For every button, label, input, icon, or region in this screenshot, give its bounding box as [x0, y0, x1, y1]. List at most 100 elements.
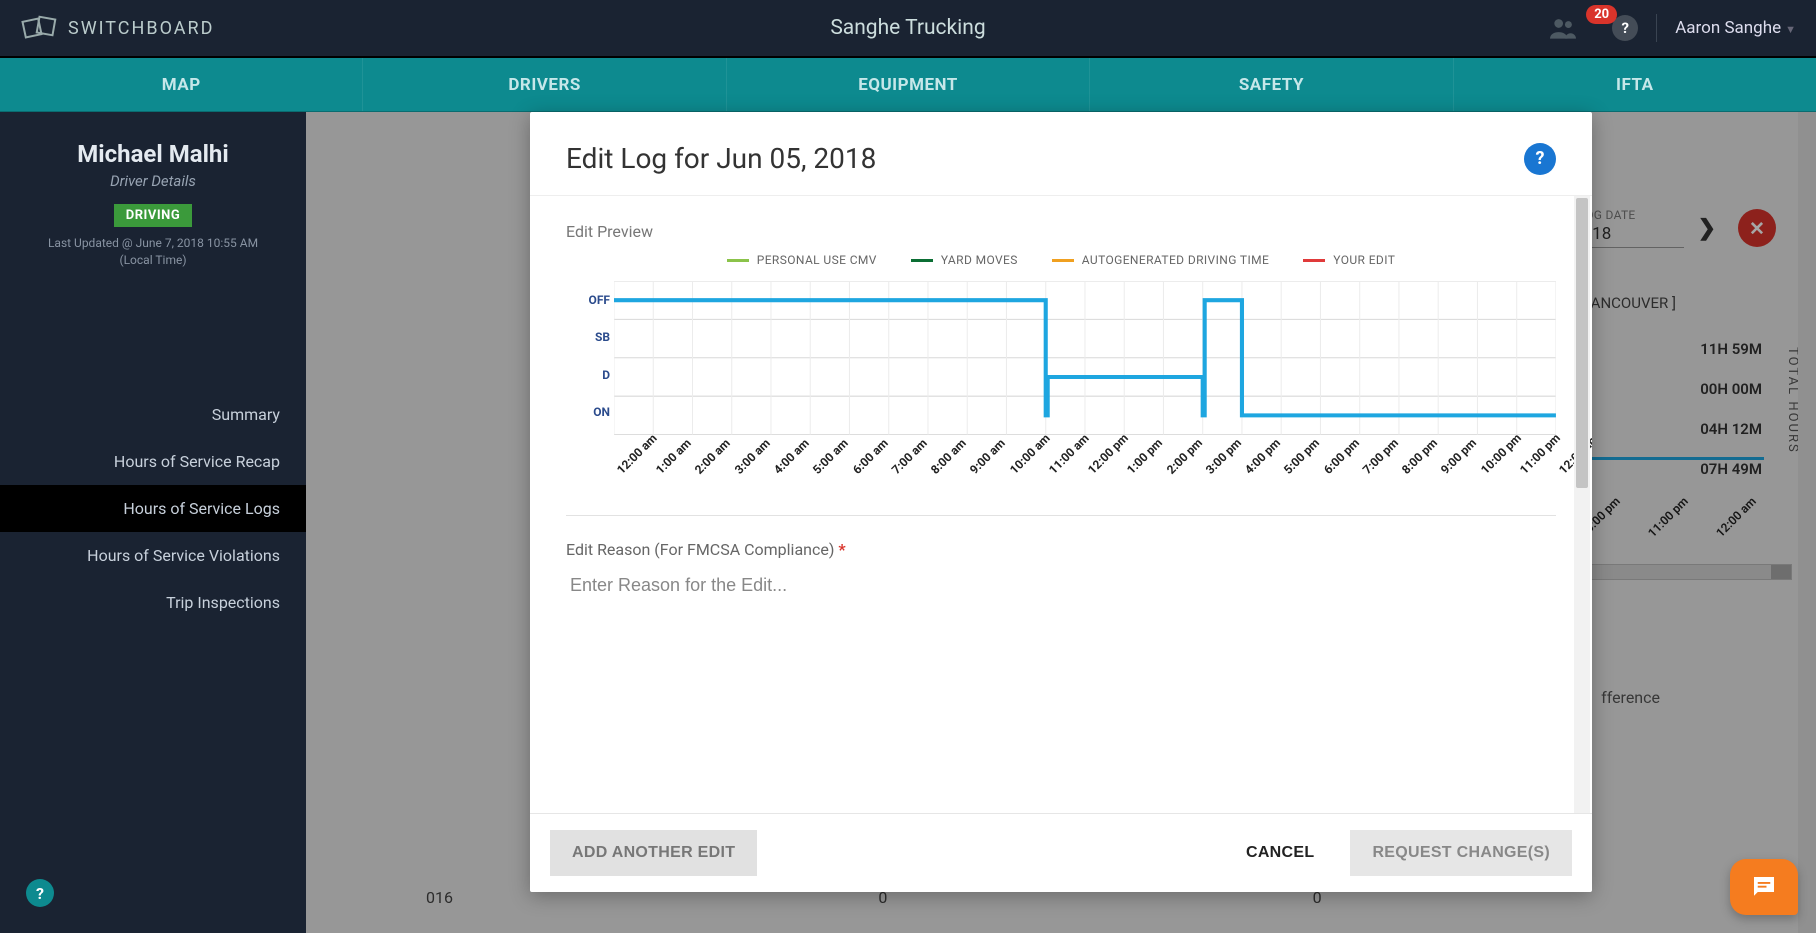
legend-label: PERSONAL USE CMV: [757, 253, 877, 267]
x-tick: 2:00 am: [692, 436, 733, 477]
chart-legend: PERSONAL USE CMV YARD MOVES AUTOGENERATE…: [566, 253, 1556, 267]
required-indicator: *: [838, 540, 845, 559]
x-tick: 6:00 am: [850, 436, 891, 477]
chart-x-axis: 12:00 am1:00 am2:00 am3:00 am4:00 am5:00…: [614, 435, 1556, 481]
reason-input[interactable]: [566, 559, 1556, 604]
user-name-label: Aaron Sanghe: [1675, 18, 1781, 38]
company-name: Sanghe Trucking: [830, 16, 985, 40]
x-tick: 5:00 pm: [1281, 436, 1322, 477]
sidebar-menu: Summary Hours of Service Recap Hours of …: [0, 391, 306, 626]
users-icon[interactable]: [1550, 17, 1576, 39]
help-icon[interactable]: ?: [1612, 15, 1638, 41]
y-label-d: D: [566, 368, 610, 382]
chart-y-axis: OFF SB D ON: [566, 281, 610, 431]
x-tick: 6:00 pm: [1321, 436, 1362, 477]
notification-badge: 20: [1586, 5, 1617, 24]
legend-your-edit: YOUR EDIT: [1303, 253, 1395, 267]
logo-icon: [20, 12, 60, 44]
section-divider: [566, 515, 1556, 516]
last-updated-line1: Last Updated @ June 7, 2018 10:55 AM: [12, 235, 294, 252]
x-tick: 11:00 am: [1046, 431, 1092, 477]
x-tick: 3:00 am: [732, 436, 773, 477]
legend-swatch: [1052, 259, 1074, 262]
x-tick: 8:00 pm: [1399, 436, 1440, 477]
modal-body: Edit Preview PERSONAL USE CMV YARD MOVES…: [530, 196, 1592, 813]
legend-yard-moves: YARD MOVES: [911, 253, 1018, 267]
content-area: ❮ DRIVER'S LOG DATE Jun 5, 2018 ❯ ✕ /ANC…: [306, 112, 1816, 933]
nav-safety[interactable]: SAFETY: [1090, 58, 1453, 111]
divider: [1656, 14, 1657, 42]
x-tick: 12:00 am: [614, 431, 660, 477]
top-nav: MAP DRIVERS EQUIPMENT SAFETY IFTA: [0, 58, 1816, 112]
cancel-button[interactable]: CANCEL: [1224, 830, 1336, 876]
modal-header: Edit Log for Jun 05, 2018 ?: [530, 112, 1592, 196]
y-label-on: ON: [566, 405, 610, 419]
driver-summary: Michael Malhi Driver Details DRIVING Las…: [0, 112, 306, 281]
chat-fab[interactable]: [1730, 859, 1798, 915]
edit-log-modal: Edit Log for Jun 05, 2018 ? Edit Preview…: [530, 112, 1592, 892]
brand-logo[interactable]: SWITCHBOARD: [20, 12, 214, 44]
reason-label-row: Edit Reason (For FMCSA Compliance) *: [566, 540, 1556, 559]
chart: OFF SB D ON 12:00 am1:00 am2:00 am3:00 a…: [566, 281, 1556, 471]
nav-equipment[interactable]: EQUIPMENT: [727, 58, 1090, 111]
x-tick: 1:00 am: [653, 436, 694, 477]
header-actions: 20 ? Aaron Sanghe▼: [1550, 14, 1796, 42]
last-updated-line2: (Local Time): [12, 252, 294, 269]
sidebar-item-recap[interactable]: Hours of Service Recap: [0, 438, 306, 485]
chevron-down-icon: ▼: [1785, 23, 1796, 36]
x-tick: 5:00 am: [810, 436, 851, 477]
sidebar-help-icon[interactable]: ?: [26, 879, 54, 907]
scrollbar-thumb[interactable]: [1576, 198, 1588, 488]
chat-icon: [1749, 872, 1779, 902]
x-tick: 4:00 am: [771, 436, 812, 477]
sidebar-item-summary[interactable]: Summary: [0, 391, 306, 438]
legend-label: YARD MOVES: [941, 253, 1018, 267]
x-tick: 9:00 am: [967, 436, 1008, 477]
sidebar-item-violations[interactable]: Hours of Service Violations: [0, 532, 306, 579]
nav-drivers[interactable]: DRIVERS: [363, 58, 726, 111]
reason-label: Edit Reason (For FMCSA Compliance): [566, 540, 834, 559]
legend-label: AUTOGENERATED DRIVING TIME: [1082, 253, 1269, 267]
user-menu[interactable]: Aaron Sanghe ▼: [1675, 18, 1796, 38]
sidebar: Michael Malhi Driver Details DRIVING Las…: [0, 112, 306, 933]
legend-personal-cmv: PERSONAL USE CMV: [727, 253, 877, 267]
x-tick: 9:00 pm: [1438, 436, 1479, 477]
nav-ifta[interactable]: IFTA: [1454, 58, 1816, 111]
x-tick: 4:00 pm: [1242, 436, 1283, 477]
add-edit-button[interactable]: ADD ANOTHER EDIT: [550, 830, 757, 876]
driver-name: Michael Malhi: [12, 140, 294, 168]
app-header: SWITCHBOARD Sanghe Trucking 20 ? Aaron S…: [0, 0, 1816, 58]
legend-swatch: [727, 259, 749, 262]
x-tick: 7:00 am: [889, 436, 930, 477]
modal-scrollbar[interactable]: [1574, 196, 1590, 813]
x-tick: 11:00 pm: [1517, 431, 1563, 477]
status-badge: DRIVING: [114, 204, 192, 227]
x-tick: 2:00 pm: [1164, 436, 1205, 477]
legend-auto-driving: AUTOGENERATED DRIVING TIME: [1052, 253, 1269, 267]
last-updated: Last Updated @ June 7, 2018 10:55 AM (Lo…: [12, 235, 294, 269]
legend-swatch: [1303, 259, 1325, 262]
y-label-off: OFF: [566, 293, 610, 307]
main-layout: Michael Malhi Driver Details DRIVING Las…: [0, 112, 1816, 933]
request-changes-button[interactable]: REQUEST CHANGE(S): [1350, 830, 1572, 876]
x-tick: 10:00 pm: [1478, 431, 1524, 477]
preview-heading: Edit Preview: [566, 222, 1556, 241]
x-tick: 1:00 pm: [1124, 436, 1165, 477]
legend-label: YOUR EDIT: [1333, 253, 1395, 267]
nav-map[interactable]: MAP: [0, 58, 363, 111]
driver-subtitle: Driver Details: [12, 172, 294, 190]
x-tick: 3:00 pm: [1203, 436, 1244, 477]
brand-text: SWITCHBOARD: [68, 18, 214, 39]
sidebar-item-inspections[interactable]: Trip Inspections: [0, 579, 306, 626]
x-tick: 10:00 am: [1007, 431, 1053, 477]
y-label-sb: SB: [566, 330, 610, 344]
sidebar-item-logs[interactable]: Hours of Service Logs: [0, 485, 306, 532]
modal-footer: ADD ANOTHER EDIT CANCEL REQUEST CHANGE(S…: [530, 813, 1592, 892]
chart-canvas: [614, 281, 1556, 435]
modal-title: Edit Log for Jun 05, 2018: [566, 142, 876, 175]
x-tick: 7:00 pm: [1360, 436, 1401, 477]
x-tick: 12:00 pm: [1085, 431, 1131, 477]
modal-help-icon[interactable]: ?: [1524, 143, 1556, 175]
legend-swatch: [911, 259, 933, 262]
x-tick: 8:00 am: [928, 436, 969, 477]
